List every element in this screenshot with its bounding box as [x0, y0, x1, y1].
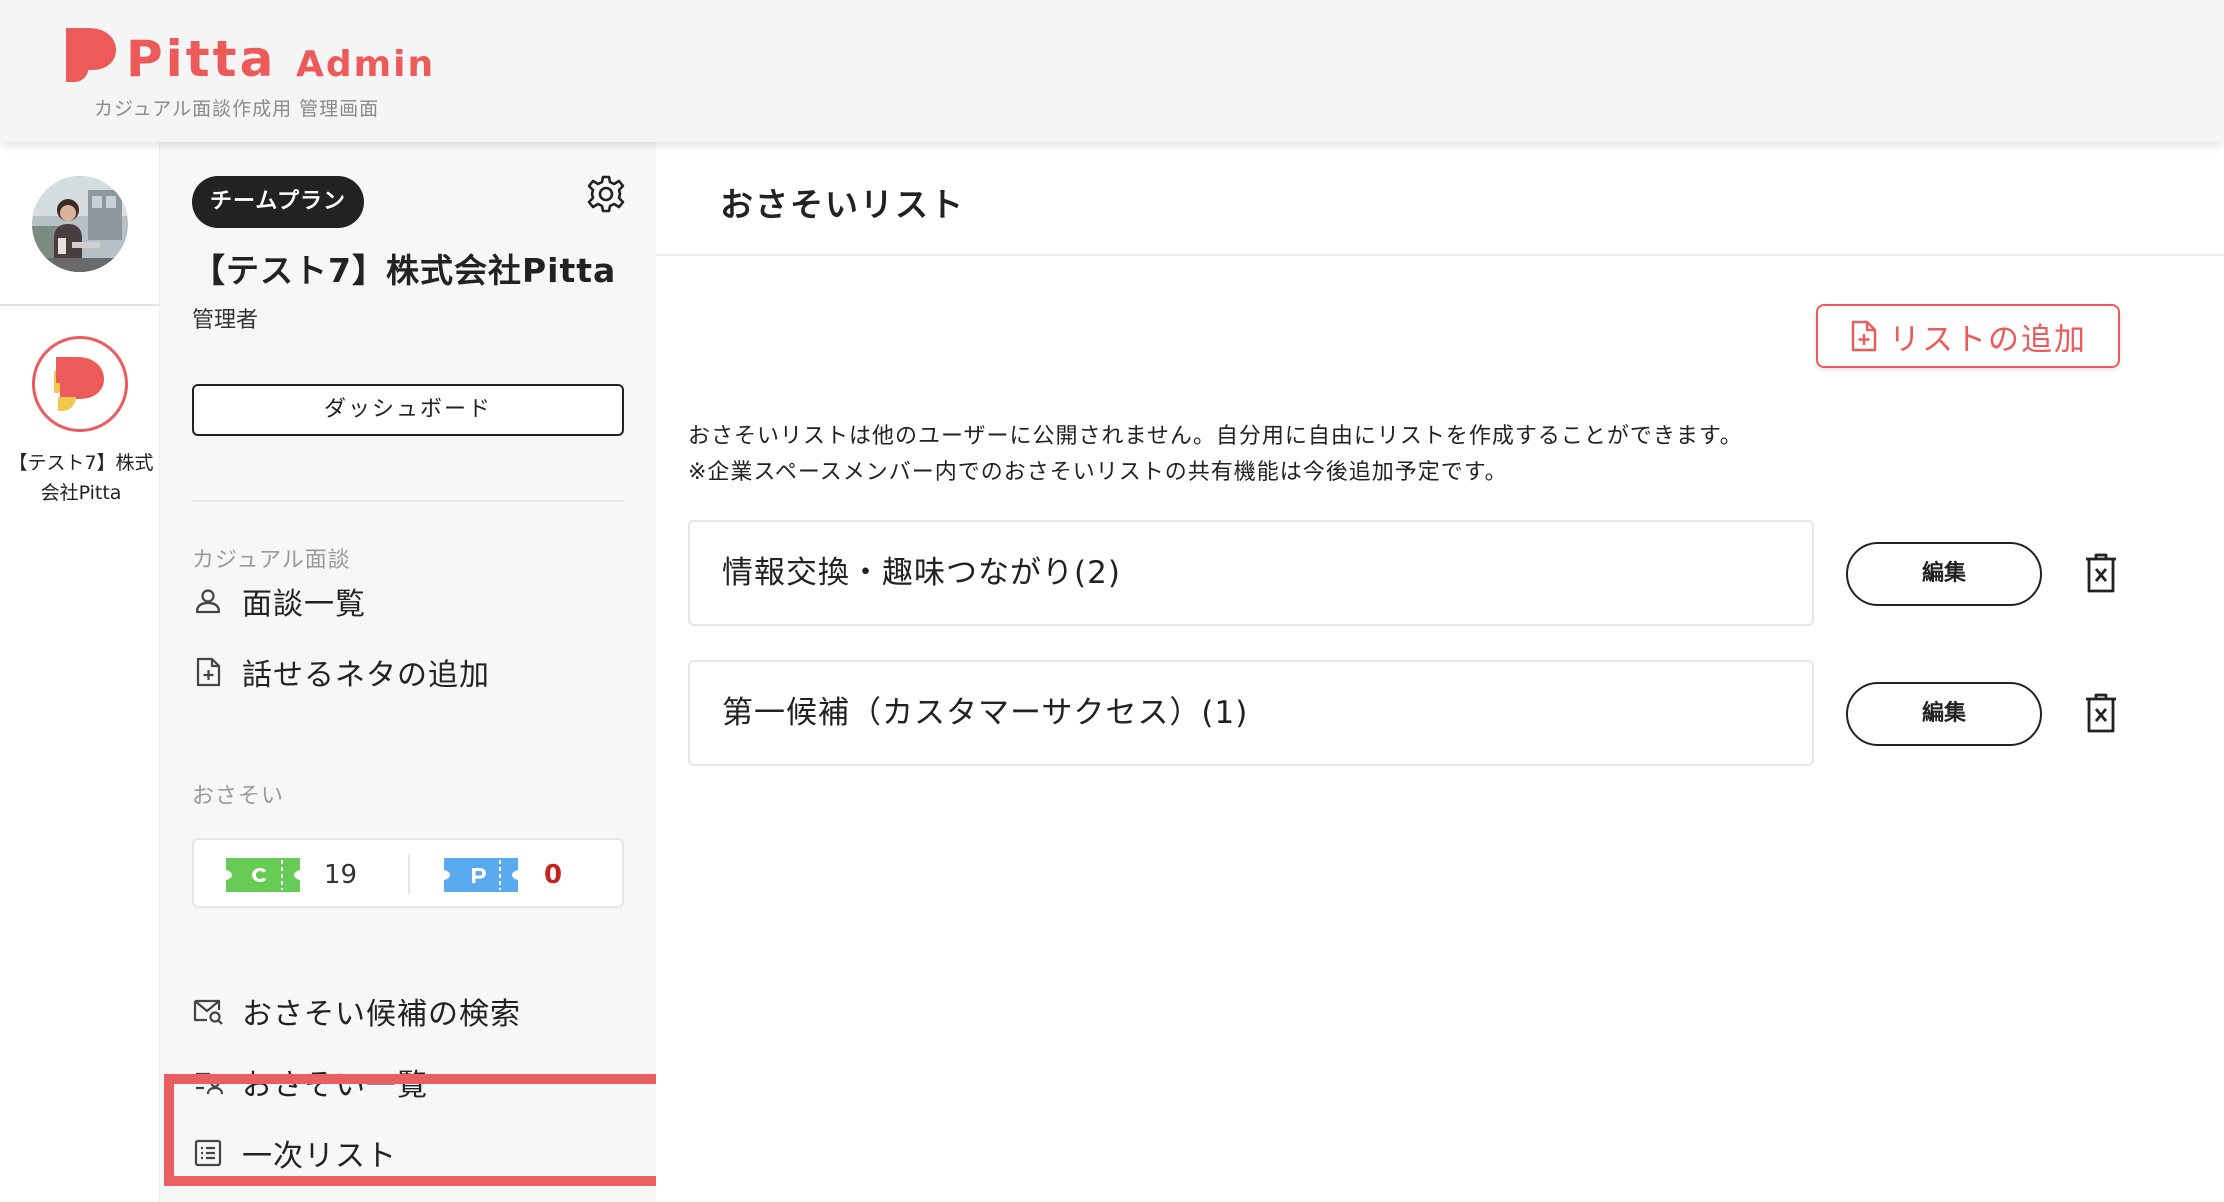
nav-item-interview-list[interactable]: 面談一覧 — [192, 576, 366, 626]
add-list-label: リストの追加 — [1889, 321, 2087, 358]
company-workspace-icon[interactable] — [32, 336, 128, 432]
nav-item-label: 話せるネタの追加 — [242, 658, 490, 693]
description-line-1: おさそいリストは他のユーザーに公開されません。自分用に自由にリストを作成すること… — [688, 424, 1743, 449]
file-add-icon — [1851, 320, 1877, 352]
workspace-rail: 【テスト7】株式会社Pitta — [0, 142, 160, 1202]
highlight-annotation — [164, 1074, 688, 1186]
logo-admin-text: Admin — [296, 44, 436, 85]
app-header: Pitta Admin カジュアル面談作成用 管理画面 — [0, 0, 2224, 142]
rail-divider — [0, 304, 160, 306]
section-label-casual: カジュアル面談 — [192, 548, 351, 573]
page-title: おさそいリスト — [720, 185, 965, 224]
person-icon — [195, 589, 221, 614]
pitta-logo-icon[interactable] — [62, 26, 118, 84]
nav-item-label: 面談一覧 — [242, 587, 366, 622]
title-divider — [656, 254, 2224, 256]
nav-item-search-candidates[interactable]: おさそい候補の検索 — [192, 986, 521, 1036]
main-content: おさそいリスト リストの追加 おさそいリストは他のユーザーに公開されません。自分… — [656, 142, 2224, 1202]
list-item[interactable]: 情報交換・趣味つながり(2) — [688, 520, 1814, 626]
mail-search-icon — [193, 999, 223, 1025]
nav-item-label: おさそい候補の検索 — [242, 997, 521, 1032]
section-label-osasoi: おさそい — [192, 784, 285, 809]
c-ticket-count: 19 — [324, 860, 358, 890]
ticket-balance: 19 0 — [192, 838, 624, 908]
ticket-separator — [408, 854, 410, 894]
file-add-icon — [196, 657, 221, 687]
trash-icon[interactable] — [2084, 552, 2118, 594]
logo-text[interactable]: Pitta — [126, 30, 276, 88]
list-item[interactable]: 第一候補（カスタマーサクセス）(1) — [688, 660, 1814, 766]
sidebar-divider — [192, 500, 624, 502]
c-ticket-icon — [226, 858, 300, 892]
rail-company-name: 【テスト7】株式会社Pitta — [8, 452, 154, 504]
p-ticket-count: 0 — [544, 860, 563, 890]
p-ticket-icon — [444, 858, 518, 892]
description-line-2: ※企業スペースメンバー内でのおさそいリストの共有機能は今後追加予定です。 — [688, 460, 1508, 485]
user-avatar[interactable] — [32, 176, 128, 272]
nav-item-add-topic[interactable]: 話せるネタの追加 — [192, 647, 490, 697]
plan-badge: チームプラン — [192, 176, 365, 228]
header-subtitle: カジュアル面談作成用 管理画面 — [94, 98, 380, 120]
list-item-name: 第一候補（カスタマーサクセス）(1) — [722, 695, 1249, 731]
list-item-name: 情報交換・趣味つながり(2) — [722, 555, 1121, 591]
trash-icon[interactable] — [2084, 692, 2118, 734]
company-logo-icon — [54, 357, 104, 411]
edit-button[interactable]: 編集 — [1846, 542, 2042, 606]
user-role: 管理者 — [192, 308, 259, 333]
company-title: 【テスト7】株式会社Pitta — [192, 251, 617, 290]
gear-icon[interactable] — [586, 174, 626, 214]
add-list-button[interactable]: リストの追加 — [1816, 304, 2120, 368]
sidebar: チームプラン 【テスト7】株式会社Pitta 管理者 ダッシュボード カジュアル… — [160, 142, 656, 1202]
avatar-photo-icon — [32, 176, 128, 272]
dashboard-button[interactable]: ダッシュボード — [192, 384, 624, 436]
edit-button[interactable]: 編集 — [1846, 682, 2042, 746]
